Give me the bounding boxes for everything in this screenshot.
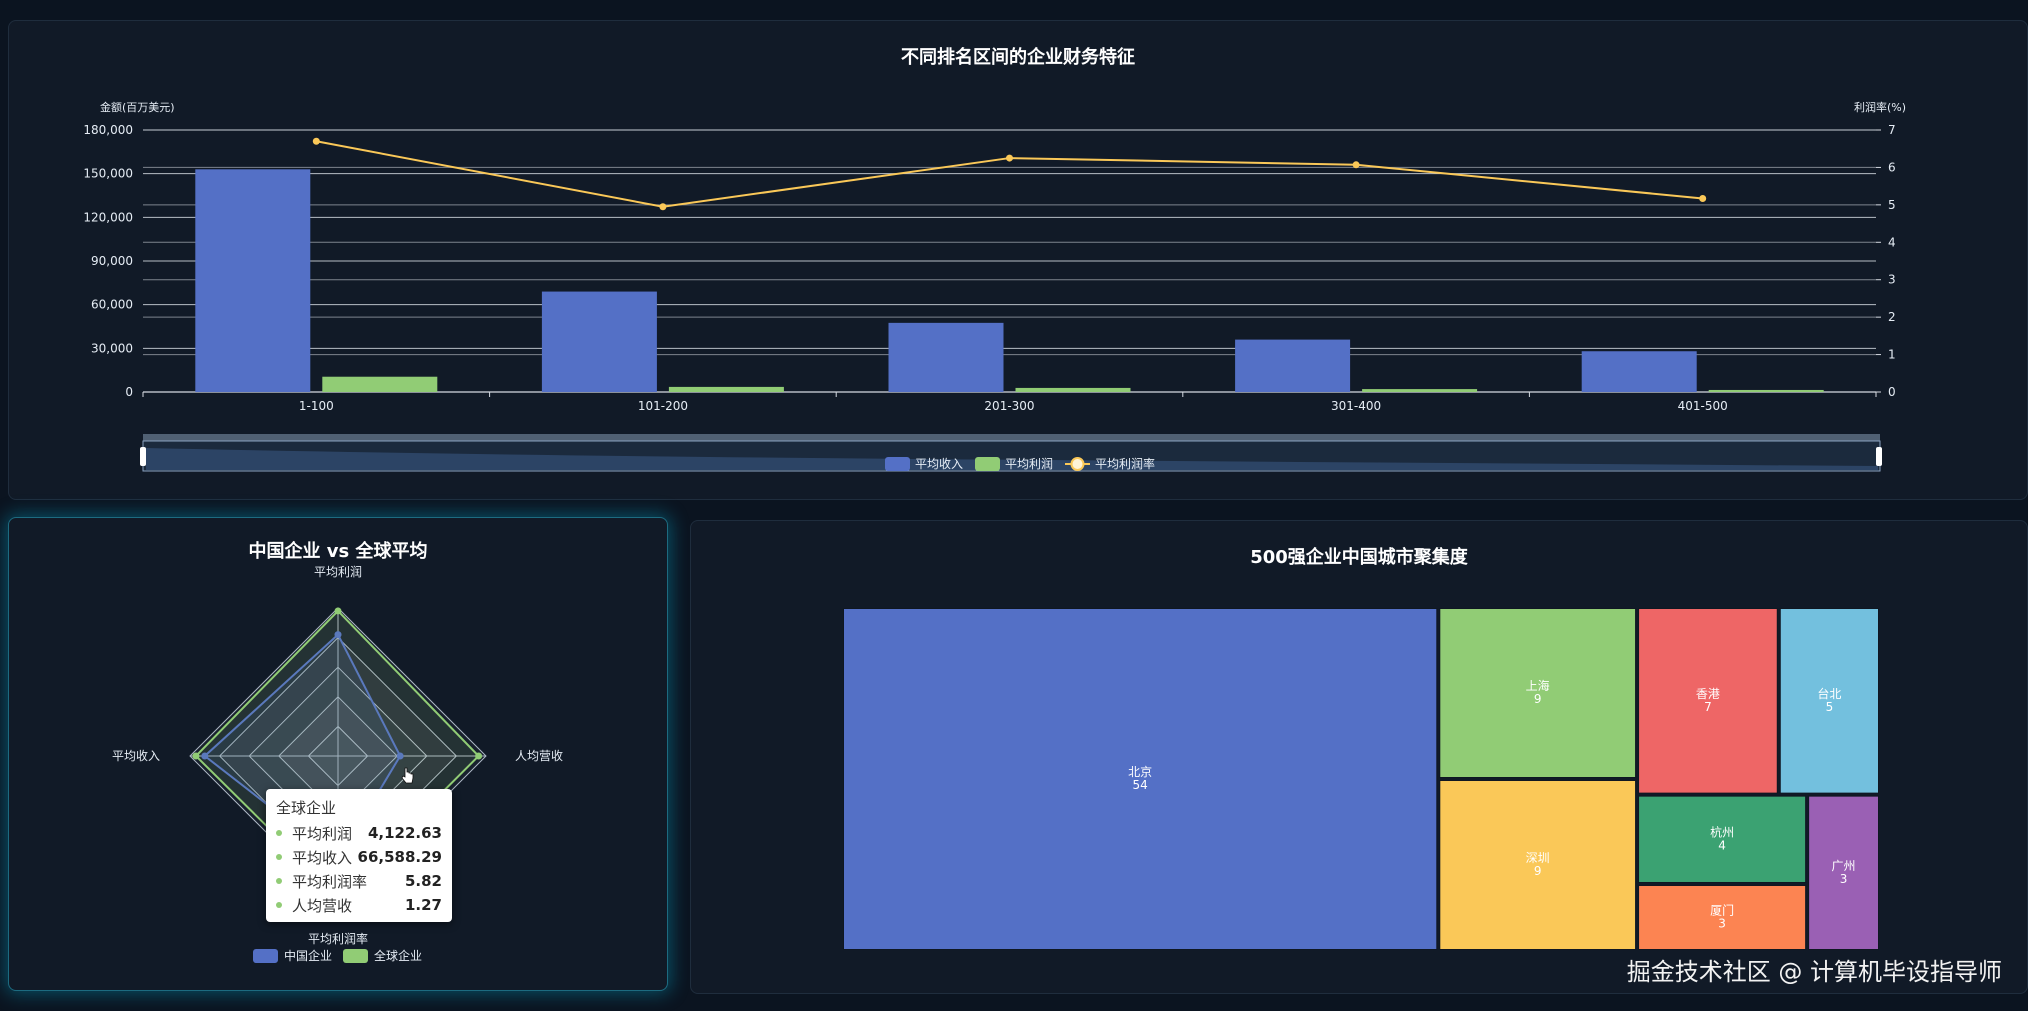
treemap-cell-name: 广州 [1832, 859, 1856, 873]
treemap-cell-value: 9 [1534, 692, 1542, 706]
tooltip-row: 平均收入 66,588.29 [276, 845, 442, 869]
tooltip-label: 平均利润 [292, 824, 353, 843]
watermark-text: 掘金技术社区 @ 计算机毕设指导师 [1626, 958, 2002, 986]
treemap-cell-name: 厦门 [1710, 902, 1734, 917]
treemap-cell-value: 9 [1534, 864, 1542, 878]
treemap-cell-value: 7 [1704, 700, 1712, 714]
tooltip-dot [276, 902, 282, 908]
tooltip-title: 全球企业 [276, 799, 337, 817]
tooltip-label: 平均收入 [292, 848, 353, 867]
radar-tooltip: 全球企业 平均利润 4,122.63 平均收入 66,588.29 平均利润率 5.8… [266, 789, 452, 922]
treemap-cell-name: 上海 [1526, 678, 1550, 693]
treemap-cell-name: 杭州 [1710, 824, 1734, 839]
treemap-cell-value: 54 [1133, 778, 1148, 792]
tooltip-label: 人均营收 [292, 896, 353, 915]
treemap-cell-name: 深圳 [1526, 851, 1550, 865]
tooltip-label: 平均利润率 [292, 872, 368, 891]
tooltip-dot [276, 854, 282, 860]
tooltip-value: 1.27 [404, 896, 442, 914]
tooltip-row: 平均利润 4,122.63 [276, 821, 442, 845]
treemap-cell-value: 4 [1718, 838, 1726, 852]
tooltip-value: 66,588.29 [357, 848, 442, 866]
treemap-cell-name: 台北 [1817, 686, 1841, 701]
treemap-cell-value: 5 [1826, 700, 1834, 714]
tooltip-value: 5.82 [404, 872, 442, 890]
tooltip-row: 人均营收 1.27 [276, 893, 442, 917]
treemap-cell-value: 3 [1840, 872, 1848, 886]
tooltip-dot [276, 878, 282, 884]
tooltip-dot [276, 830, 282, 836]
treemap-cell-value: 3 [1718, 916, 1726, 930]
treemap-cell-name: 北京 [1128, 765, 1152, 779]
tooltip-row: 平均利润率 5.82 [276, 869, 442, 893]
treemap-cell-name: 香港 [1696, 687, 1720, 701]
tooltip-value: 4,122.63 [367, 824, 442, 842]
